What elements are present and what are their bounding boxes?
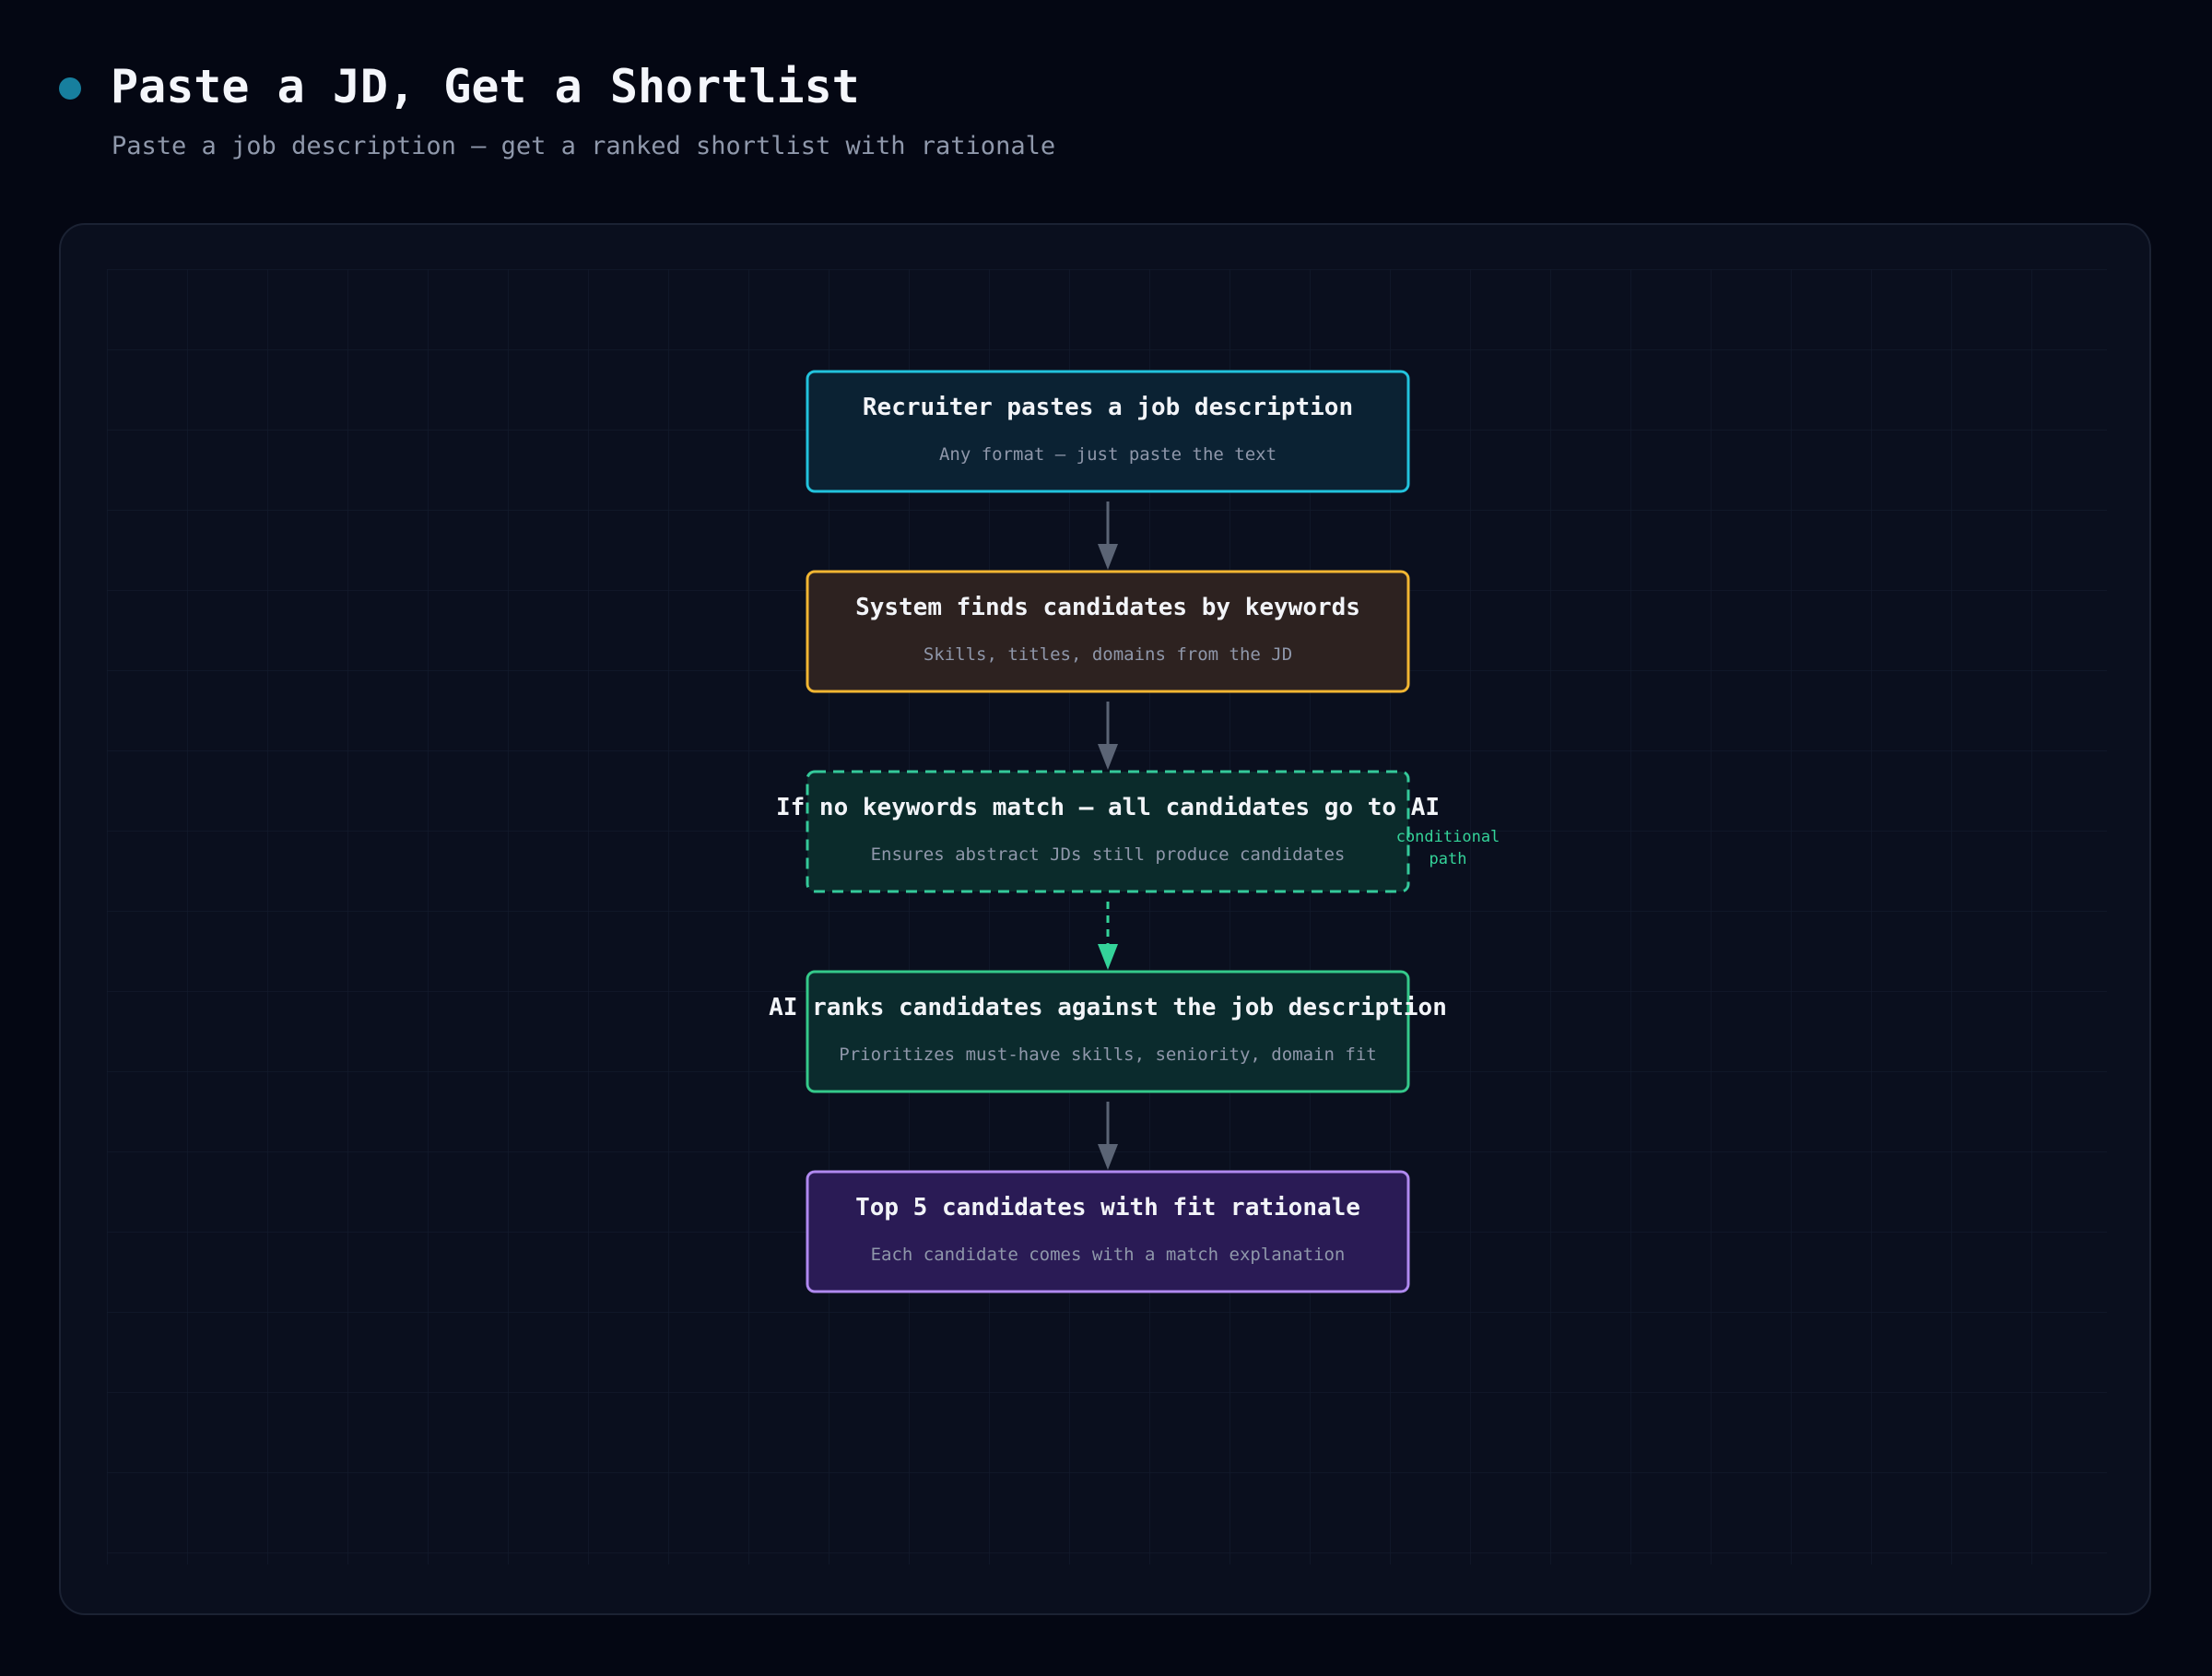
node-box xyxy=(806,770,1410,893)
node-fallback[interactable]: If no keywords match — all candidates go… xyxy=(776,770,1440,893)
node-description: Each candidate comes with a match explan… xyxy=(871,1245,1346,1265)
page-title: Paste a JD, Get a Shortlist xyxy=(111,60,860,113)
edge-label-line: conditional xyxy=(1396,828,1500,846)
node-description: Ensures abstract JDs still produce candi… xyxy=(871,844,1346,865)
page-subtitle: Paste a job description — get a ranked s… xyxy=(112,132,1056,160)
node-description: Prioritizes must-have skills, seniority,… xyxy=(839,1045,1376,1065)
diagram-canvas[interactable]: Recruiter pastes a job description Any fo… xyxy=(59,223,2151,1615)
node-description: Any format — just paste the text xyxy=(939,444,1277,465)
node-box xyxy=(806,1170,1410,1293)
edge-label-line: path xyxy=(1430,850,1467,868)
flow-diagram: Recruiter pastes a job description Any fo… xyxy=(107,269,2107,1564)
node-title: Recruiter pastes a job description xyxy=(863,394,1353,421)
node-keywords[interactable]: System finds candidates by keywords Skill… xyxy=(806,570,1410,693)
node-box xyxy=(806,370,1410,493)
node-title: If no keywords match — all candidates go… xyxy=(776,794,1440,821)
node-description: Skills, titles, domains from the JD xyxy=(924,644,1292,665)
node-box xyxy=(806,970,1410,1093)
node-rank[interactable]: AI ranks candidates against the job desc… xyxy=(769,970,1447,1093)
node-title: System finds candidates by keywords xyxy=(855,594,1360,621)
node-paste[interactable]: Recruiter pastes a job description Any fo… xyxy=(806,370,1410,493)
node-title: Top 5 candidates with fit rationale xyxy=(855,1194,1360,1222)
node-box xyxy=(806,570,1410,693)
header-dot xyxy=(59,77,81,100)
node-top5[interactable]: Top 5 candidates with fit rationale Each … xyxy=(806,1170,1410,1293)
node-title: AI ranks candidates against the job desc… xyxy=(769,994,1447,1021)
